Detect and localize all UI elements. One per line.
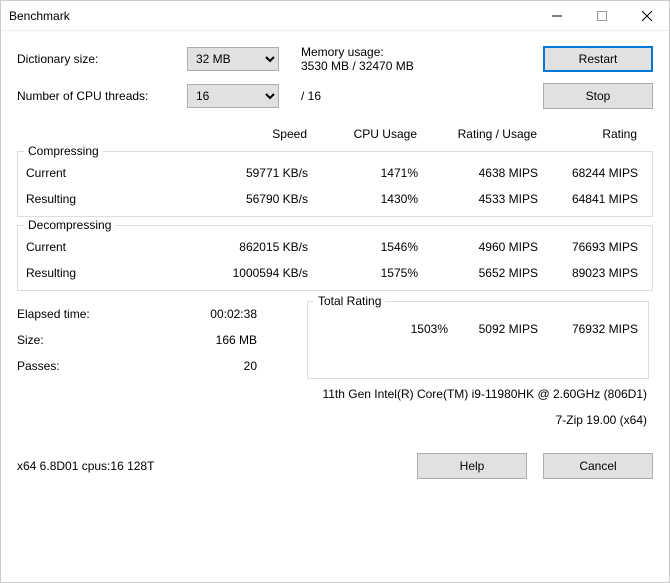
cell-speed: 56790 KB/s [158, 192, 308, 206]
cell-speed: 1000594 KB/s [158, 266, 308, 280]
decompressing-group: Decompressing Current 862015 KB/s 1546% … [17, 225, 653, 291]
cell-rating: 64841 MIPS [538, 192, 642, 206]
build-info: x64 6.8D01 cpus:16 128T [17, 459, 401, 473]
cell-cpu: 1575% [308, 266, 418, 280]
table-row: Resulting 1000594 KB/s 1575% 5652 MIPS 8… [18, 260, 652, 286]
decompressing-label: Decompressing [24, 218, 115, 232]
help-button[interactable]: Help [417, 453, 527, 479]
cancel-button[interactable]: Cancel [543, 453, 653, 479]
cell-cpu: 1430% [308, 192, 418, 206]
dictionary-size-select[interactable]: 32 MB [187, 47, 279, 71]
cell-speed: 862015 KB/s [158, 240, 308, 254]
size-value: 166 MB [157, 333, 257, 347]
threads-max: / 16 [287, 89, 543, 103]
table-row: Resulting 56790 KB/s 1430% 4533 MIPS 648… [18, 186, 652, 212]
titlebar: Benchmark [1, 1, 669, 31]
compressing-group: Compressing Current 59771 KB/s 1471% 463… [17, 151, 653, 217]
cell-cpu: 1471% [308, 166, 418, 180]
app-info: 7-Zip 19.00 (x64) [17, 413, 647, 433]
results-header: Speed CPU Usage Rating / Usage Rating [17, 121, 653, 147]
restart-button[interactable]: Restart [543, 46, 653, 72]
cell-cpu: 1546% [308, 240, 418, 254]
col-cpu-usage: CPU Usage [307, 127, 417, 141]
window-title: Benchmark [9, 9, 534, 23]
total-rating-group: Total Rating 1503% 5092 MIPS 76932 MIPS [307, 301, 649, 379]
stop-button[interactable]: Stop [543, 83, 653, 109]
dictionary-size-label: Dictionary size: [17, 52, 187, 66]
row-label: Resulting [18, 266, 158, 280]
threads-select[interactable]: 16 [187, 84, 279, 108]
cell-rating-usage: 4638 MIPS [418, 166, 538, 180]
size-label: Size: [17, 333, 157, 347]
row-label: Current [18, 166, 158, 180]
total-cpu: 1503% [368, 322, 448, 336]
total-rating-usage: 5092 MIPS [448, 322, 538, 336]
elapsed-label: Elapsed time: [17, 307, 157, 321]
cell-rating: 68244 MIPS [538, 166, 642, 180]
elapsed-value: 00:02:38 [157, 307, 257, 321]
cell-rating: 89023 MIPS [538, 266, 642, 280]
cell-speed: 59771 KB/s [158, 166, 308, 180]
row-label: Resulting [18, 192, 158, 206]
threads-label: Number of CPU threads: [17, 89, 187, 103]
row-label: Current [18, 240, 158, 254]
memory-usage-value: 3530 MB / 32470 MB [301, 59, 543, 73]
table-row: Current 862015 KB/s 1546% 4960 MIPS 7669… [18, 234, 652, 260]
minimize-button[interactable] [534, 1, 579, 31]
cell-rating-usage: 4960 MIPS [418, 240, 538, 254]
close-button[interactable] [624, 1, 669, 31]
cell-rating: 76693 MIPS [538, 240, 642, 254]
memory-usage-label: Memory usage: [301, 45, 543, 59]
cell-rating-usage: 5652 MIPS [418, 266, 538, 280]
passes-label: Passes: [17, 359, 157, 373]
passes-value: 20 [157, 359, 257, 373]
cpu-info: 11th Gen Intel(R) Core(TM) i9-11980HK @ … [17, 387, 647, 407]
col-rating-usage: Rating / Usage [417, 127, 537, 141]
col-speed: Speed [157, 127, 307, 141]
total-rating-label: Total Rating [314, 294, 385, 308]
cell-rating-usage: 4533 MIPS [418, 192, 538, 206]
compressing-label: Compressing [24, 144, 103, 158]
table-row: Current 59771 KB/s 1471% 4638 MIPS 68244… [18, 160, 652, 186]
maximize-button[interactable] [579, 1, 624, 31]
total-rating: 76932 MIPS [538, 322, 642, 336]
col-rating: Rating [537, 127, 641, 141]
